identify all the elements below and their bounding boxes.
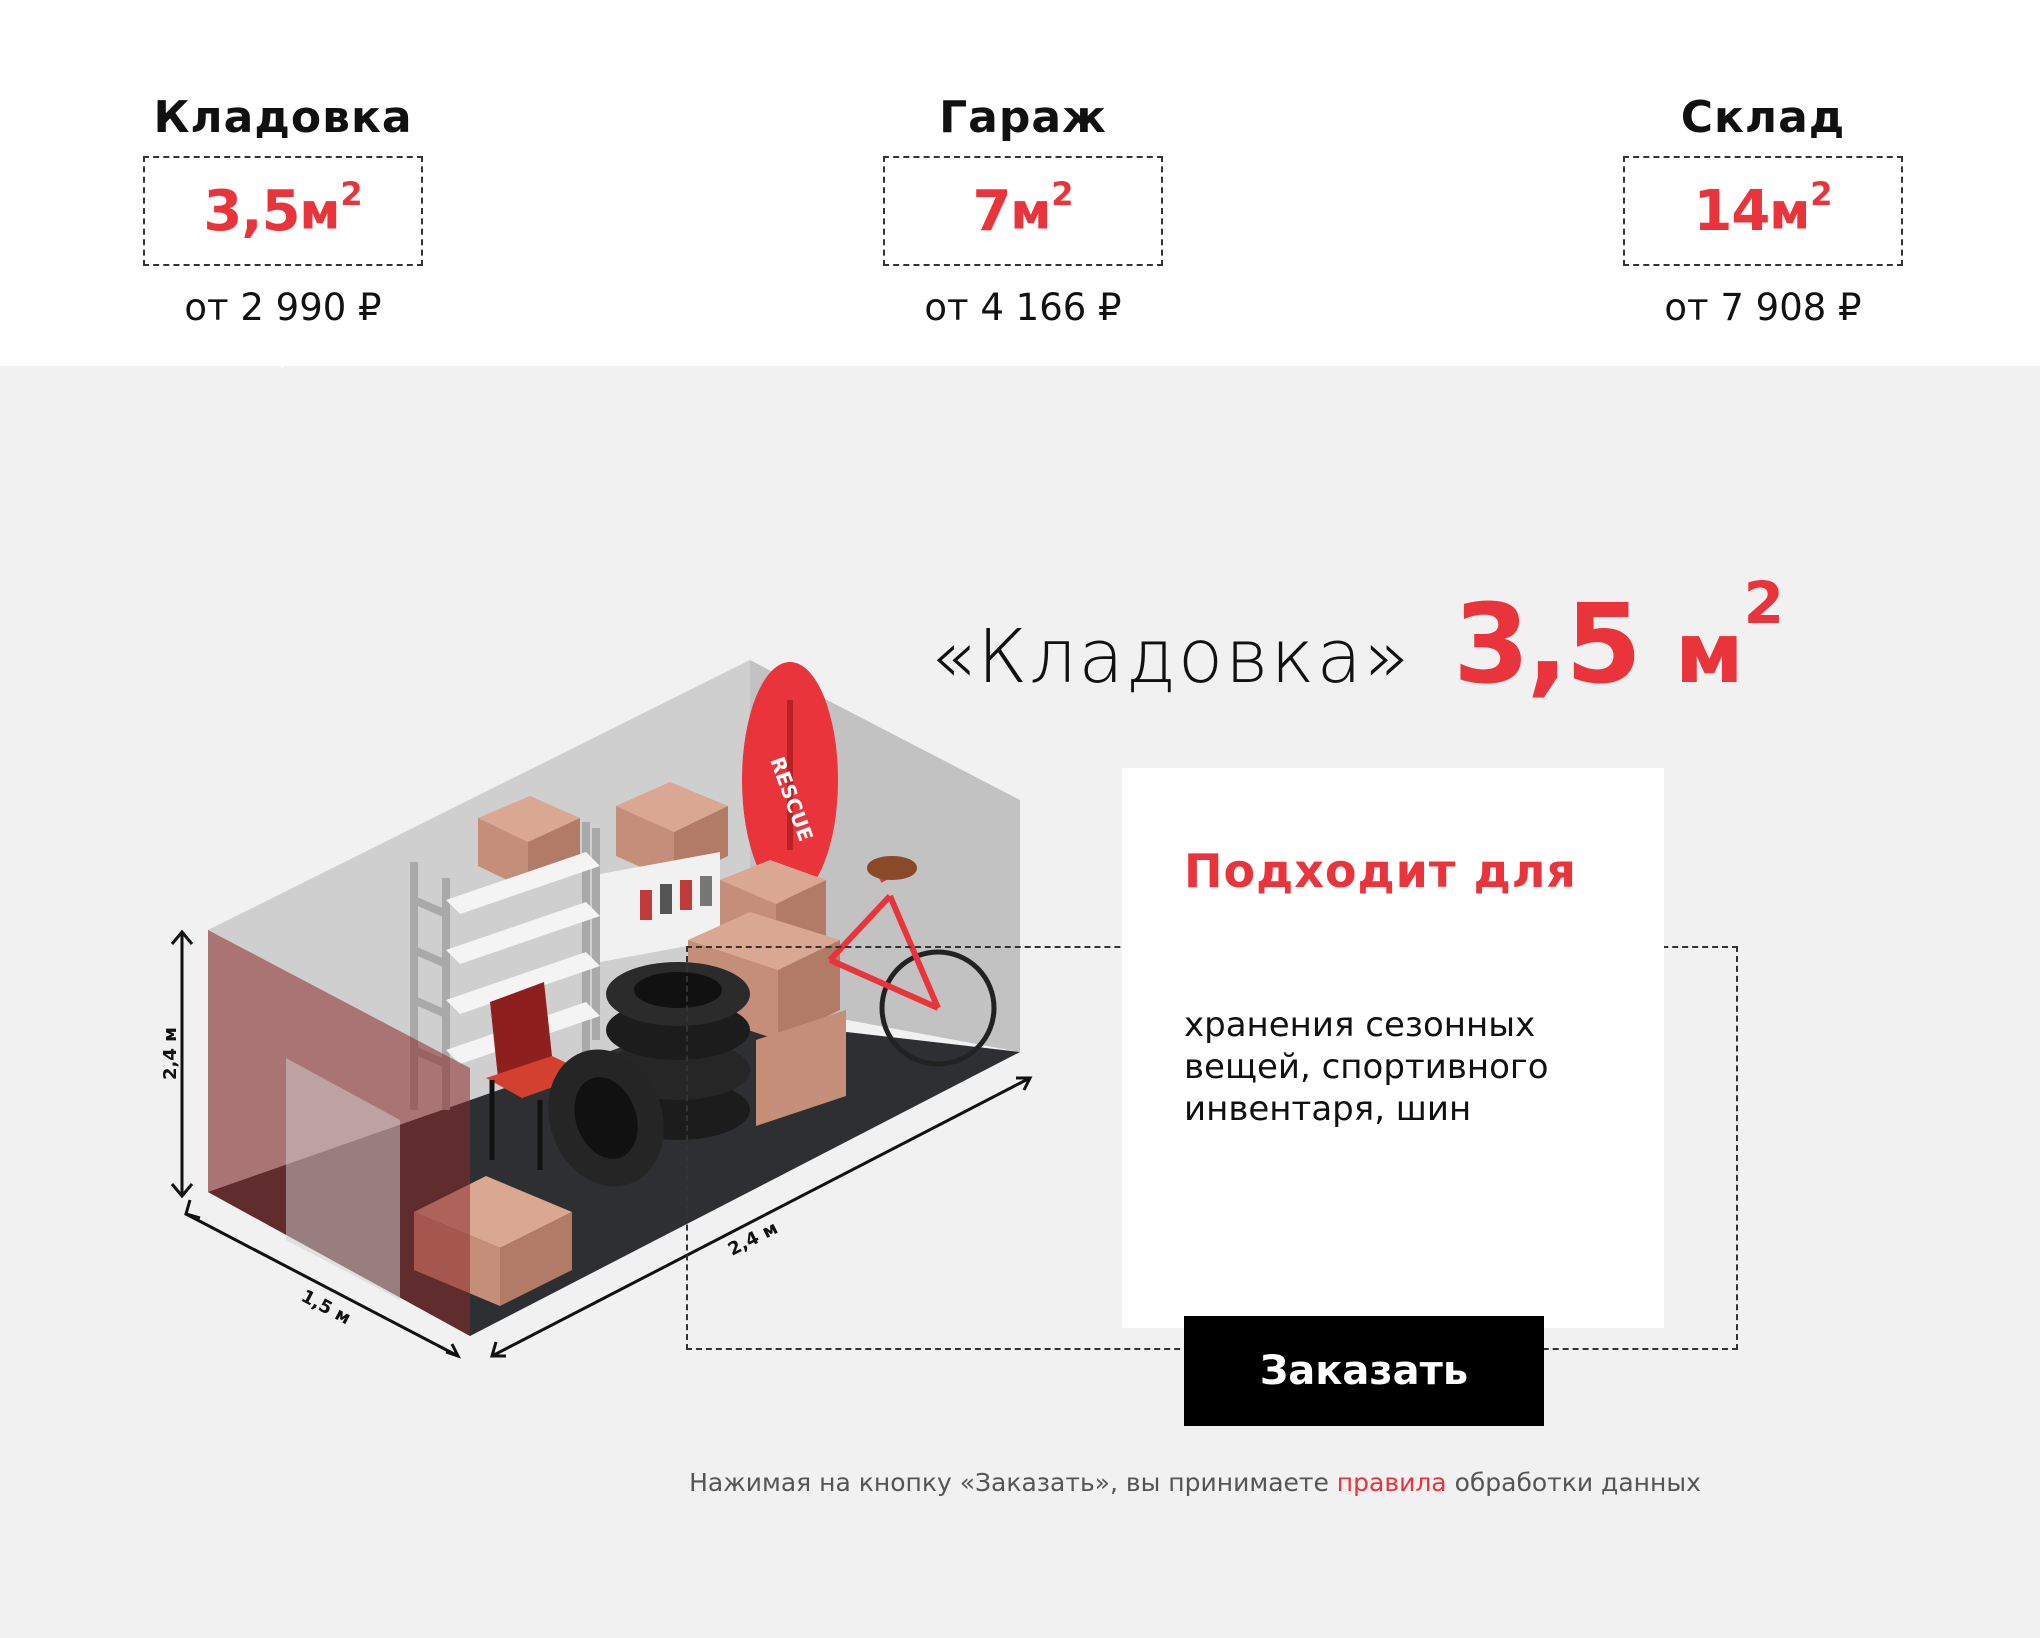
consent-before: Нажимая на кнопку «Заказать», вы принима… (689, 1468, 1337, 1497)
consent-after: обработки данных (1446, 1468, 1701, 1497)
tab-kladovka[interactable]: Кладовка 3,5 м2 от 2 990 ₽ (93, 0, 473, 366)
tab-garazh[interactable]: Гараж 7 м2 от 4 166 ₽ (833, 0, 1213, 366)
heading-unit: м2 (1674, 569, 1784, 702)
tab-area: 7 (972, 178, 1011, 244)
page-title: «Кладовка» 3,5 м2 (930, 569, 1784, 708)
card-text: хранения сезонных вещей, спортивного инв… (1184, 1005, 1549, 1129)
tab-area-box: 3,5 м2 (143, 156, 423, 266)
active-tab-pointer (244, 334, 320, 368)
tab-area-box: 14 м2 (1623, 156, 1903, 266)
suitability-card: Подходит для хранения сезонных вещей, сп… (1122, 768, 1664, 1328)
tab-unit: м2 (299, 175, 363, 241)
size-tabs-bar: Кладовка 3,5 м2 от 2 990 ₽ Гараж 7 м2 от… (0, 0, 2040, 366)
tab-title: Гараж (939, 92, 1107, 143)
height-label: 2,4 м (160, 1027, 181, 1080)
order-button[interactable]: Заказать (1184, 1316, 1544, 1426)
consent-text: Нажимая на кнопку «Заказать», вы принима… (0, 1468, 2040, 1497)
tab-title: Склад (1680, 92, 1846, 143)
surfboard: RESCUE (742, 662, 838, 898)
tab-price: от 4 166 ₽ (924, 286, 1122, 329)
tab-price: от 7 908 ₽ (1664, 286, 1862, 329)
tab-unit: м2 (1769, 175, 1833, 241)
width-label: 1,5 м (298, 1286, 355, 1329)
tab-area: 14 (1693, 178, 1770, 244)
tab-area-box: 7 м2 (883, 156, 1163, 266)
tab-sklad[interactable]: Склад 14 м2 от 7 908 ₽ (1573, 0, 1953, 366)
tab-unit: м2 (1010, 175, 1074, 241)
heading-area: 3,5 (1453, 580, 1642, 708)
tab-price: от 2 990 ₽ (184, 286, 382, 329)
tab-title: Кладовка (153, 92, 413, 143)
privacy-rules-link[interactable]: правила (1337, 1468, 1447, 1497)
tab-area: 3,5 (203, 178, 300, 244)
card-title: Подходит для (1184, 844, 1577, 898)
